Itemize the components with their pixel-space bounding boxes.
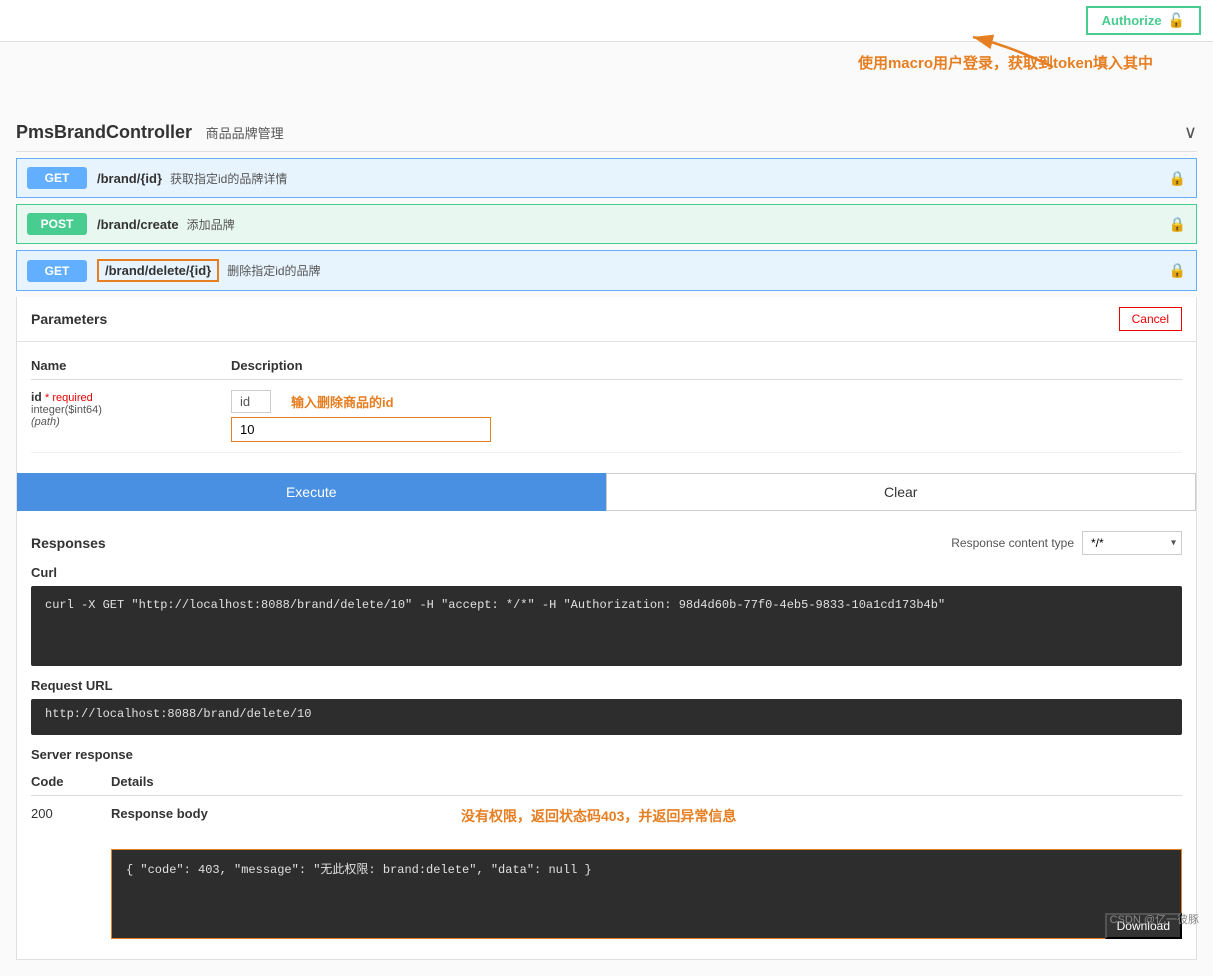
responses-title: Responses [31, 535, 106, 551]
lock-icon: 🔒 [1169, 216, 1186, 233]
authorize-label: Authorize [1102, 13, 1162, 28]
response-table-row-200: 200 Response body 没有权限，返回状态码403，并返回异常信息 … [31, 796, 1182, 949]
param-annotation: 输入删除商品的id [291, 392, 394, 411]
active-endpoint-desc: 删除指定id的品牌 [227, 262, 320, 279]
active-endpoint-path: /brand/delete/{id} [97, 259, 219, 282]
method-badge-get-active: GET [27, 260, 87, 282]
curl-label: Curl [31, 565, 1182, 580]
code-header: Code [31, 774, 111, 789]
request-url-section: Request URL http://localhost:8088/brand/… [31, 678, 1182, 735]
col-header-desc: Description [231, 358, 1182, 373]
method-badge-get: GET [27, 167, 87, 189]
server-response-section: Server response Code Details 200 Respons… [31, 747, 1182, 949]
params-table: Name Description id * required integer($… [17, 342, 1196, 463]
controller-header: PmsBrandController 商品品牌管理 ∨ [16, 112, 1197, 152]
lock-icon: 🔒 [1169, 170, 1186, 187]
endpoint-path: /brand/create [97, 217, 179, 232]
lock-icon-active: 🔒 [1169, 262, 1186, 279]
param-row-id: id * required integer($int64) (path) id … [31, 380, 1182, 453]
main-content: PmsBrandController 商品品牌管理 ∨ GET /brand/{… [0, 102, 1213, 976]
endpoint-row-get-brand-delete[interactable]: GET /brand/delete/{id} 删除指定id的品牌 🔒 [16, 250, 1197, 291]
col-header-name: Name [31, 358, 231, 373]
response-details-200: Response body 没有权限，返回状态码403，并返回异常信息 { "c… [111, 806, 1182, 939]
action-buttons: Execute Clear [17, 473, 1196, 511]
server-response-title: Server response [31, 747, 1182, 762]
endpoint-desc: 添加品牌 [187, 216, 235, 233]
endpoint-row-get-brand-id[interactable]: GET /brand/{id} 获取指定id的品牌详情 🔒 [16, 158, 1197, 198]
authorize-button[interactable]: Authorize 🔓 [1086, 6, 1201, 35]
parameters-header: Parameters Cancel [17, 297, 1196, 342]
param-id-input[interactable] [231, 417, 491, 442]
responses-section: Responses Response content type */* ▾ Cu… [17, 521, 1196, 959]
top-annotation-wrapper: 使用macro用户登录，获取到token填入其中 [0, 42, 1213, 102]
response-content-type-row: Response content type */* ▾ [951, 531, 1182, 555]
controller-subtitle: 商品品牌管理 [206, 126, 284, 141]
responses-header: Responses Response content type */* ▾ [31, 531, 1182, 555]
request-url-label: Request URL [31, 678, 1182, 693]
endpoint-row-post-brand-create[interactable]: POST /brand/create 添加品牌 🔒 [16, 204, 1197, 244]
param-desc-col: id 输入删除商品的id [231, 390, 1182, 442]
content-type-label: Response content type [951, 536, 1074, 550]
active-endpoint-wrapper: GET /brand/delete/{id} 删除指定id的品牌 🔒 对删除品牌… [16, 250, 1197, 291]
curl-code-block: curl -X GET "http://localhost:8088/brand… [31, 586, 1182, 666]
param-location: (path) [31, 416, 231, 428]
response-body-annotation: 没有权限，返回状态码403，并返回异常信息 [461, 806, 736, 826]
execute-button[interactable]: Execute [17, 473, 606, 511]
params-table-header: Name Description [31, 352, 1182, 380]
clear-button[interactable]: Clear [606, 473, 1197, 511]
chevron-down-icon[interactable]: ∨ [1184, 122, 1197, 143]
cancel-button[interactable]: Cancel [1119, 307, 1182, 331]
request-url-block: http://localhost:8088/brand/delete/10 [31, 699, 1182, 735]
controller-title-row: PmsBrandController 商品品牌管理 [16, 122, 284, 143]
curl-section: Curl curl -X GET "http://localhost:8088/… [31, 565, 1182, 666]
param-label: id [231, 390, 271, 413]
parameters-title: Parameters [31, 311, 107, 327]
param-name-col: id * required integer($int64) (path) [31, 390, 231, 428]
lock-open-icon: 🔓 [1168, 12, 1185, 29]
param-name: id [31, 390, 42, 404]
response-code-200: 200 [31, 806, 111, 821]
endpoint-panel: Parameters Cancel Name Description id * … [16, 297, 1197, 960]
method-badge-post: POST [27, 213, 87, 235]
response-body-json: { "code": 403, "message": "无此权限: brand:d… [111, 849, 1182, 939]
csdn-watermark: CSDN @亿一彼豚 [1110, 911, 1199, 927]
response-table-header: Code Details [31, 768, 1182, 796]
param-type: integer($int64) [31, 404, 231, 416]
response-table: Code Details 200 Response body 没有权限，返回状态… [31, 768, 1182, 949]
top-annotation-text: 使用macro用户登录，获取到token填入其中 [858, 52, 1153, 73]
param-label-row: id 输入删除商品的id [231, 390, 1182, 413]
details-header: Details [111, 774, 1182, 789]
content-type-select[interactable]: */* [1082, 531, 1182, 555]
endpoint-path: /brand/{id} [97, 171, 162, 186]
param-required: * required [45, 392, 93, 404]
endpoint-desc: 获取指定id的品牌详情 [170, 170, 287, 187]
controller-name: PmsBrandController [16, 122, 192, 142]
content-type-select-wrapper[interactable]: */* ▾ [1082, 531, 1182, 555]
